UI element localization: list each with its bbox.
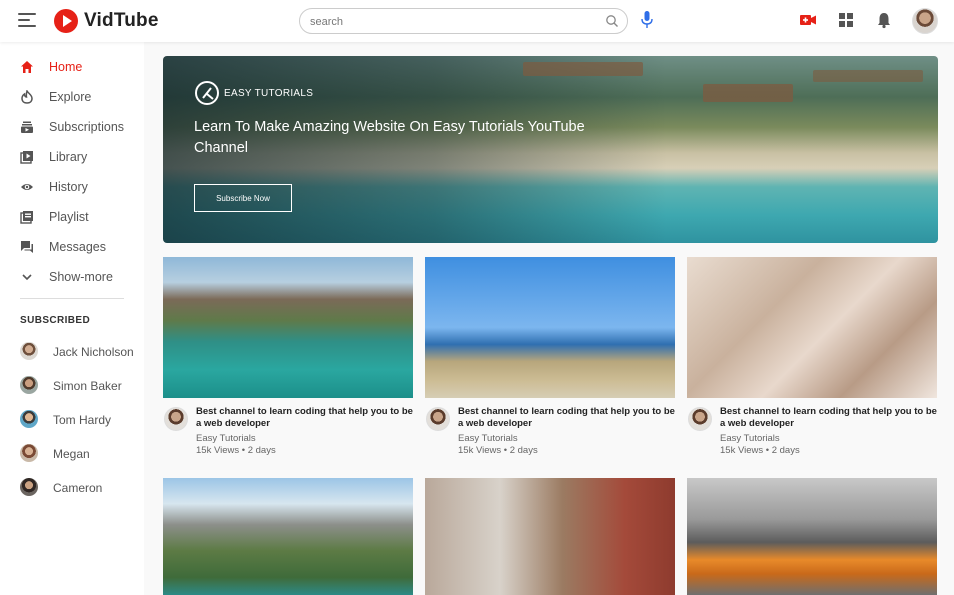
sidebar-item-history[interactable]: History [0, 173, 144, 201]
user-avatar[interactable] [912, 8, 938, 34]
video-thumbnail[interactable] [163, 478, 413, 595]
play-logo-icon [54, 9, 78, 33]
upload-video-icon[interactable] [799, 11, 817, 29]
channel-avatar [20, 478, 38, 496]
banner-scenery [703, 84, 793, 102]
video-thumbnail[interactable] [425, 257, 675, 398]
top-header: VidTube [0, 0, 954, 42]
sidebar-item-library[interactable]: Library [0, 143, 144, 171]
sidebar-item-label: History [49, 180, 88, 194]
channel-avatar[interactable] [164, 407, 188, 431]
sidebar-item-label: Explore [49, 90, 92, 104]
banner-title: Learn To Make Amazing Website On Easy Tu… [194, 119, 585, 156]
video-thumbnail[interactable] [425, 478, 675, 595]
easy-tutorials-logo-icon [195, 81, 219, 105]
search-icon[interactable] [605, 14, 619, 28]
bell-icon[interactable] [875, 11, 893, 29]
logo[interactable]: VidTube [54, 8, 159, 34]
subscribed-channel-simon-baker[interactable]: Simon Baker [0, 371, 144, 399]
video-thumbnail[interactable] [687, 257, 937, 398]
home-icon [21, 61, 33, 73]
sidebar-item-subscriptions[interactable]: Subscriptions [0, 113, 144, 141]
mic-icon[interactable] [640, 10, 654, 30]
subscribed-channel-tom-hardy[interactable]: Tom Hardy [0, 405, 144, 433]
chevron-down-icon [22, 274, 32, 281]
sidebar-item-playlist[interactable]: Playlist [0, 203, 144, 231]
channel-avatar [20, 444, 38, 462]
sidebar-item-label: Subscriptions [49, 120, 125, 134]
video-meta: 15k Views • 2 days [458, 445, 538, 456]
sidebar-item-label: Show-more [49, 270, 113, 284]
channel-name: Tom Hardy [53, 413, 112, 427]
sidebar-item-label: Messages [49, 240, 106, 254]
channel-name: Megan [53, 447, 90, 461]
video-title[interactable]: Best channel to learn coding that help y… [458, 406, 678, 430]
library-icon [20, 151, 33, 164]
banner-brand-text: EASY TUTORIALS [224, 87, 314, 99]
sidebar-item-label: Library [49, 150, 88, 164]
subscriptions-icon [21, 121, 33, 133]
sidebar-item-label: Playlist [49, 210, 89, 224]
search-box [299, 8, 628, 34]
subscribed-channel-cameron[interactable]: Cameron [0, 473, 144, 501]
channel-avatar[interactable] [688, 407, 712, 431]
sidebar-item-messages[interactable]: Messages [0, 233, 144, 261]
channel-avatar [20, 376, 38, 394]
video-channel-name[interactable]: Easy Tutorials [458, 433, 518, 444]
channel-name: Simon Baker [53, 379, 122, 393]
video-meta: 15k Views • 2 days [196, 445, 276, 456]
video-channel-name[interactable]: Easy Tutorials [196, 433, 256, 444]
menu-icon[interactable] [18, 13, 36, 27]
video-title[interactable]: Best channel to learn coding that help y… [720, 406, 940, 430]
video-thumbnail[interactable] [163, 257, 413, 398]
explore-icon [21, 90, 33, 104]
subscribed-channel-jack-nicholson[interactable]: Jack Nicholson [0, 337, 144, 365]
brand-name: VidTube [84, 10, 159, 31]
subscribed-channel-megan[interactable]: Megan [0, 439, 144, 467]
banner-scenery [523, 62, 643, 76]
sidebar-item-home[interactable]: Home [0, 53, 144, 81]
channel-name: Cameron [53, 481, 103, 495]
video-title[interactable]: Best channel to learn coding that help y… [196, 406, 416, 430]
subscribe-now-button[interactable]: Subscribe Now [194, 184, 292, 212]
banner-brand: EASY TUTORIALS [194, 80, 313, 106]
channel-avatar[interactable] [426, 407, 450, 431]
sidebar-item-explore[interactable]: Explore [0, 83, 144, 111]
history-icon [21, 184, 33, 190]
playlist-icon [20, 211, 33, 224]
video-channel-name[interactable]: Easy Tutorials [720, 433, 780, 444]
sidebar-item-show-more[interactable]: Show-more [0, 263, 144, 291]
sidebar-item-label: Home [49, 60, 83, 74]
sidebar-divider [20, 298, 124, 299]
search-input[interactable] [310, 13, 590, 30]
channel-name: Jack Nicholson [53, 345, 134, 359]
channel-avatar [20, 410, 38, 428]
sidebar: Home Explore Subscriptions Library Histo… [0, 42, 144, 595]
banner-scenery [813, 70, 923, 82]
apps-icon[interactable] [837, 11, 855, 29]
video-meta: 15k Views • 2 days [720, 445, 800, 456]
video-thumbnail[interactable] [687, 478, 937, 595]
channel-avatar [20, 342, 38, 360]
subscribed-heading: SUBSCRIBED [20, 315, 91, 326]
messages-icon [21, 241, 33, 253]
